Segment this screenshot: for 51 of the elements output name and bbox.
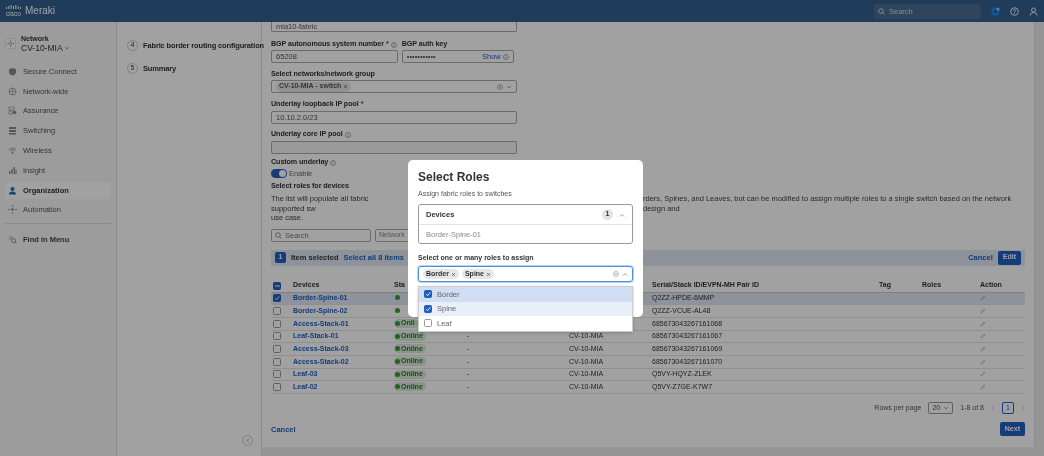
info-icon [344, 131, 351, 138]
info-icon [502, 53, 509, 60]
dashboard-icon [8, 106, 17, 116]
caret-icon[interactable] [506, 84, 512, 89]
update-icon[interactable] [991, 6, 1000, 16]
switch-icon [8, 126, 17, 136]
input-field[interactable] [271, 141, 517, 154]
user-icon[interactable] [1029, 6, 1038, 16]
search-menu-icon [8, 235, 17, 245]
search-icon [275, 231, 282, 239]
checkbox[interactable] [273, 294, 281, 303]
nodes-icon [8, 205, 17, 215]
checkbox[interactable] [273, 281, 281, 290]
checkmark-icon [274, 295, 280, 302]
checkbox[interactable] [424, 290, 432, 299]
bar-chart-icon [8, 165, 17, 175]
caret-icon[interactable] [619, 212, 625, 217]
chevron-left-icon [245, 438, 250, 443]
checkbox[interactable] [273, 345, 281, 354]
checkbox[interactable] [273, 383, 281, 392]
network-icon [5, 38, 16, 50]
clear-icon[interactable] [497, 83, 503, 90]
checkbox[interactable] [273, 332, 281, 341]
person-icon [8, 185, 17, 195]
modal-title: Select Roles [418, 170, 491, 184]
collapse-button[interactable] [242, 435, 253, 446]
checkbox[interactable] [424, 319, 432, 328]
globe-icon [8, 86, 17, 96]
brand-name: Meraki [25, 5, 55, 17]
dash-icon [274, 284, 280, 287]
remove-icon[interactable] [450, 271, 456, 277]
info-icon [390, 41, 397, 48]
checkbox[interactable] [424, 304, 432, 313]
toggle-switch[interactable] [271, 169, 287, 178]
clear-icon[interactable] [613, 271, 619, 277]
remove-icon[interactable] [343, 84, 349, 89]
checkbox[interactable] [273, 319, 281, 328]
checkbox[interactable] [273, 370, 281, 379]
caret-icon[interactable] [943, 406, 950, 410]
caret-icon[interactable] [64, 45, 71, 50]
checkbox[interactable] [273, 307, 281, 316]
info-icon [330, 159, 337, 166]
help-icon[interactable] [1010, 6, 1019, 16]
caret-icon[interactable] [622, 272, 628, 276]
search-icon [878, 7, 885, 15]
network-selector[interactable]: CV-10-MIA [21, 42, 71, 53]
wifi-icon [8, 146, 17, 156]
shield-icon [8, 66, 17, 76]
checkbox[interactable] [273, 357, 281, 366]
remove-icon[interactable] [486, 271, 491, 277]
cisco-logo-icon [6, 5, 21, 10]
